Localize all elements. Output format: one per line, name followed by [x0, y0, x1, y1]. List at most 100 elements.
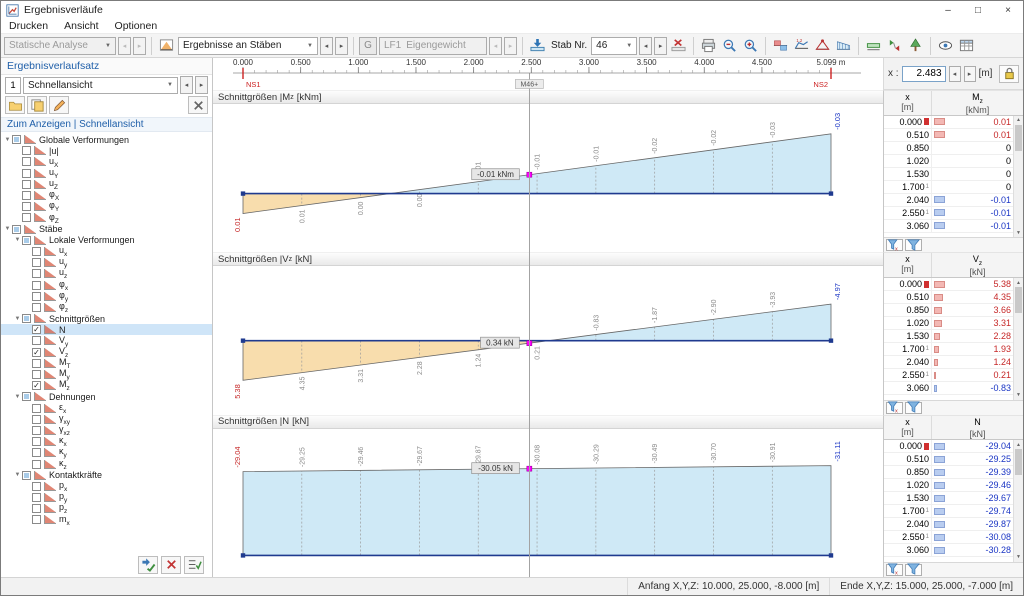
results-category-combo[interactable]: Ergebnisse an Stäben▼ — [178, 37, 318, 55]
prev-set-button[interactable]: ◂ — [180, 76, 193, 94]
checkbox[interactable] — [32, 415, 41, 424]
tree-item[interactable]: pz — [1, 503, 212, 514]
loadcase-combo[interactable]: LF1Eigengewicht — [379, 37, 487, 55]
scroll-up-icon[interactable]: ▲ — [1014, 440, 1023, 449]
tree-group[interactable]: ▼Lokale Verformungen — [1, 235, 212, 246]
select-member-icon[interactable] — [528, 36, 547, 55]
new-set-button[interactable] — [5, 96, 25, 114]
tree-item[interactable]: κz — [1, 458, 212, 469]
scroll-thumb[interactable] — [1015, 449, 1022, 475]
tree-item[interactable]: ✓N — [1, 324, 212, 335]
table-row[interactable]: 1.5302.28 — [884, 330, 1013, 343]
tree-item[interactable]: Vy — [1, 335, 212, 346]
checkbox[interactable] — [22, 314, 31, 323]
next-member-button[interactable]: ▸ — [654, 37, 667, 55]
next-set-button[interactable]: ▸ — [195, 76, 208, 94]
x-position-input[interactable] — [902, 66, 946, 82]
minimize-button[interactable]: – — [933, 1, 963, 19]
zoom-in-button[interactable] — [741, 36, 760, 55]
tree-item[interactable]: ✓Vz — [1, 347, 212, 358]
checkbox[interactable] — [32, 515, 41, 524]
tree-item[interactable]: uz — [1, 268, 212, 279]
tree-group[interactable]: ▼Schnittgrößen — [1, 313, 212, 324]
table-row[interactable]: 0.8503.66 — [884, 304, 1013, 317]
expander-icon[interactable]: ▼ — [13, 394, 22, 400]
table-row[interactable]: 1.0203.31 — [884, 317, 1013, 330]
checkbox[interactable] — [32, 504, 41, 513]
table-row[interactable]: 0.5104.35 — [884, 291, 1013, 304]
tree-item[interactable]: py — [1, 492, 212, 503]
filter-button[interactable] — [905, 402, 922, 414]
delete-set-button[interactable] — [188, 96, 208, 114]
n-diagram[interactable]: -29.25-29.46-29.67-29.87-30.08-30.29-30.… — [213, 429, 883, 577]
ruler[interactable]: 0.0000.5001.0001.5002.0002.5003.0003.500… — [213, 58, 883, 90]
scroll-thumb[interactable] — [1015, 125, 1022, 151]
next-loadcase-button[interactable]: ▸ — [504, 37, 517, 55]
analysis-type-combo[interactable]: Statische Analyse▼ — [4, 37, 116, 55]
expander-icon[interactable]: ▼ — [13, 472, 22, 478]
table-row[interactable]: 0.510-29.25 — [884, 453, 1013, 466]
loadcase-type-button[interactable]: G — [359, 37, 377, 55]
result-hatching-icon[interactable] — [834, 36, 853, 55]
checkbox[interactable]: ✓ — [32, 348, 41, 357]
checkbox[interactable] — [22, 202, 31, 211]
lock-icon[interactable] — [999, 65, 1019, 83]
filter-max-button[interactable]: x — [886, 239, 903, 251]
prev-category-button[interactable]: ◂ — [320, 37, 333, 55]
table-row[interactable]: 1.020-29.46 — [884, 479, 1013, 492]
checkbox[interactable] — [32, 281, 41, 290]
checkbox[interactable] — [32, 292, 41, 301]
checkbox[interactable] — [22, 157, 31, 166]
tree-item[interactable]: uy — [1, 257, 212, 268]
tree-item[interactable]: My — [1, 369, 212, 380]
table-row[interactable]: 1.0200 — [884, 155, 1013, 168]
table-row[interactable]: 1.70011.93 — [884, 343, 1013, 356]
tree-item[interactable]: γxz — [1, 425, 212, 436]
expander-icon[interactable]: ▼ — [13, 316, 22, 322]
checkbox[interactable] — [12, 135, 21, 144]
maximize-button[interactable]: □ — [963, 1, 993, 19]
prev-analysis-button[interactable]: ◂ — [118, 37, 131, 55]
result-extremes-icon[interactable] — [813, 36, 832, 55]
menu-optionen[interactable]: Optionen — [107, 19, 166, 33]
scroll-up-icon[interactable]: ▲ — [1014, 278, 1023, 287]
checkbox[interactable] — [22, 471, 31, 480]
tree-item[interactable]: φy — [1, 291, 212, 302]
table-row[interactable]: 2.0401.24 — [884, 356, 1013, 369]
tree-item[interactable]: uZ — [1, 179, 212, 190]
expander-icon[interactable]: ▼ — [13, 237, 22, 243]
next-analysis-button[interactable]: ▸ — [133, 37, 146, 55]
checkbox[interactable] — [32, 482, 41, 491]
expander-icon[interactable]: ▼ — [3, 226, 12, 232]
tree-item[interactable]: φx — [1, 279, 212, 290]
model-view-icon[interactable] — [906, 36, 925, 55]
member-results-icon[interactable] — [864, 36, 883, 55]
prev-loadcase-button[interactable]: ◂ — [489, 37, 502, 55]
checkbox[interactable] — [32, 437, 41, 446]
tree-item[interactable]: uX — [1, 156, 212, 167]
scroll-down-icon[interactable]: ▼ — [1014, 553, 1023, 562]
result-table-icon[interactable] — [957, 36, 976, 55]
checkbox[interactable] — [32, 258, 41, 267]
checkbox[interactable] — [32, 359, 41, 368]
zoom-out-button[interactable] — [720, 36, 739, 55]
scroll-thumb[interactable] — [1015, 287, 1022, 313]
table-row[interactable]: 2.5501-0.01 — [884, 207, 1013, 220]
checkbox[interactable] — [32, 370, 41, 379]
table-row[interactable]: 3.060-0.01 — [884, 220, 1013, 233]
filter-button[interactable] — [905, 564, 922, 576]
checkbox[interactable] — [22, 213, 31, 222]
tree-item[interactable]: |u| — [1, 145, 212, 156]
checkbox[interactable] — [22, 169, 31, 178]
table-row[interactable]: 0.5100.01 — [884, 129, 1013, 142]
reverse-axis-icon[interactable] — [885, 36, 904, 55]
apply-button[interactable] — [138, 556, 158, 574]
scroll-down-icon[interactable]: ▼ — [1014, 391, 1023, 400]
checkbox[interactable] — [32, 493, 41, 502]
checkbox[interactable] — [32, 247, 41, 256]
table-row[interactable]: 0.0005.38 — [884, 278, 1013, 291]
table-row[interactable]: 0.000-29.04 — [884, 440, 1013, 453]
tree-item[interactable]: φz — [1, 302, 212, 313]
checkbox[interactable] — [32, 336, 41, 345]
table-scrollbar[interactable]: ▲▼ — [1013, 440, 1023, 562]
